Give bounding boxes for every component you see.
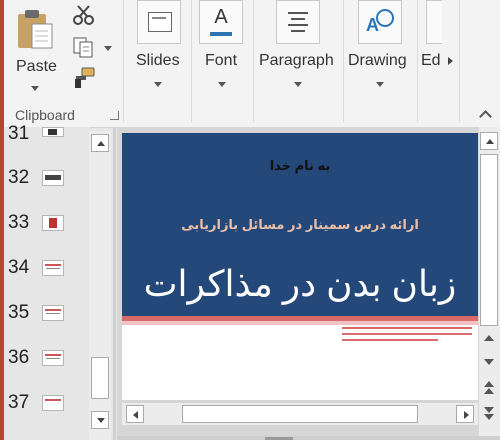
format-painter-button[interactable] <box>72 66 98 90</box>
slide-title-text[interactable]: زبان بدن در مذاکرات <box>122 263 478 305</box>
scroll-right-button[interactable] <box>456 405 474 423</box>
horizontal-scrollbar[interactable] <box>122 403 478 425</box>
chevron-down-icon <box>294 82 302 87</box>
current-slide[interactable]: به نام خدا ارائه درس سمینار در مسائل باز… <box>122 133 478 400</box>
slide-subtitle-text[interactable]: ارائه درس سمینار در مسائل بازاریابی <box>122 217 478 233</box>
font-label: Font <box>205 52 238 69</box>
copy-button[interactable] <box>72 36 112 60</box>
chevron-down-icon <box>376 82 384 87</box>
slide-thumbnail[interactable] <box>42 350 64 366</box>
bottom-edge <box>117 436 500 440</box>
font-color-icon: A <box>199 0 243 44</box>
ribbon-scroll-right-icon[interactable] <box>444 54 458 68</box>
dialog-launcher-icon[interactable] <box>110 111 119 120</box>
slide-header-text[interactable]: به نام خدا <box>122 158 478 174</box>
format-painter-icon <box>75 67 95 88</box>
divider <box>417 0 418 122</box>
slide-thumbnail[interactable] <box>42 260 64 276</box>
slide-thumbnail[interactable] <box>42 170 64 186</box>
chevron-down-icon <box>154 82 162 87</box>
collapse-ribbon-button[interactable] <box>478 108 492 123</box>
slide-number: 35 <box>8 302 30 323</box>
slide-number: 34 <box>8 257 30 278</box>
ribbon: Paste Clipboard Slides A Font Paragraph … <box>0 0 500 128</box>
editing-button[interactable]: Ed <box>420 0 442 96</box>
chevron-down-icon <box>218 82 226 87</box>
slide-thumbnail[interactable] <box>42 127 64 137</box>
paragraph-label: Paragraph <box>259 52 334 69</box>
slide-number: 37 <box>8 392 30 413</box>
divider <box>191 0 192 122</box>
slide-number: 31 <box>8 123 30 144</box>
next-slide-icon[interactable] <box>483 407 495 423</box>
slide-decorative-stripe <box>342 327 472 329</box>
scroll-down-button[interactable] <box>91 411 109 429</box>
arrow-down-icon <box>97 418 105 423</box>
shapes-icon: A <box>358 0 402 44</box>
slide-number: 32 <box>8 167 30 188</box>
slide-thumbnail[interactable] <box>42 215 64 231</box>
chevron-down-icon <box>31 86 39 91</box>
slide-number: 36 <box>8 347 30 368</box>
scrollbar-thumb[interactable] <box>91 357 109 399</box>
vertical-scrollbar[interactable] <box>479 127 500 440</box>
slides-icon <box>137 0 181 44</box>
scroll-up-button[interactable] <box>480 132 498 150</box>
previous-slide-icon[interactable] <box>483 381 495 397</box>
scroll-down-arrow-icon[interactable] <box>484 359 494 365</box>
slide-thumbnail-pane[interactable]: 31 32 33 34 35 36 37 <box>4 123 91 440</box>
arrow-right-icon <box>464 411 469 419</box>
font-button[interactable]: A Font <box>199 0 245 96</box>
editing-icon <box>426 0 442 44</box>
scroll-left-button[interactable] <box>126 405 144 423</box>
slide-decorative-stripe <box>122 321 478 325</box>
clipboard-group-label: Clipboard <box>15 107 75 123</box>
scroll-up-button[interactable] <box>91 134 109 152</box>
paragraph-button[interactable]: Paragraph <box>258 0 338 96</box>
arrow-left-icon <box>133 411 138 419</box>
slides-button[interactable]: Slides <box>133 0 185 96</box>
arrow-up-icon <box>486 139 494 144</box>
divider <box>253 0 254 122</box>
scissors-icon <box>73 5 94 25</box>
divider <box>343 0 344 122</box>
slide-number: 33 <box>8 212 30 233</box>
chevron-down-icon <box>104 46 112 51</box>
slide-decorative-stripe <box>342 339 438 341</box>
drawing-button[interactable]: A Drawing <box>346 0 414 96</box>
scrollbar-thumb[interactable] <box>480 154 498 326</box>
editing-label: Ed <box>421 52 441 69</box>
thumbnail-scrollbar[interactable] <box>89 131 111 440</box>
slide-thumbnail[interactable] <box>42 305 64 321</box>
paste-icon <box>18 10 53 49</box>
slide-thumbnail[interactable] <box>42 395 64 411</box>
pane-splitter[interactable] <box>113 127 116 440</box>
paragraph-icon <box>276 0 320 44</box>
slide-decorative-stripe <box>342 333 472 335</box>
cut-button[interactable] <box>72 4 98 28</box>
copy-icon <box>73 37 93 58</box>
scrollbar-thumb[interactable] <box>182 405 418 423</box>
divider <box>123 0 124 122</box>
paste-button[interactable]: Paste <box>6 4 64 94</box>
slides-label: Slides <box>136 52 180 69</box>
paste-label: Paste <box>16 58 57 75</box>
arrow-up-icon <box>97 141 105 146</box>
drawing-label: Drawing <box>348 52 407 69</box>
divider <box>459 0 460 122</box>
scroll-down-arrow-icon[interactable] <box>484 335 494 341</box>
